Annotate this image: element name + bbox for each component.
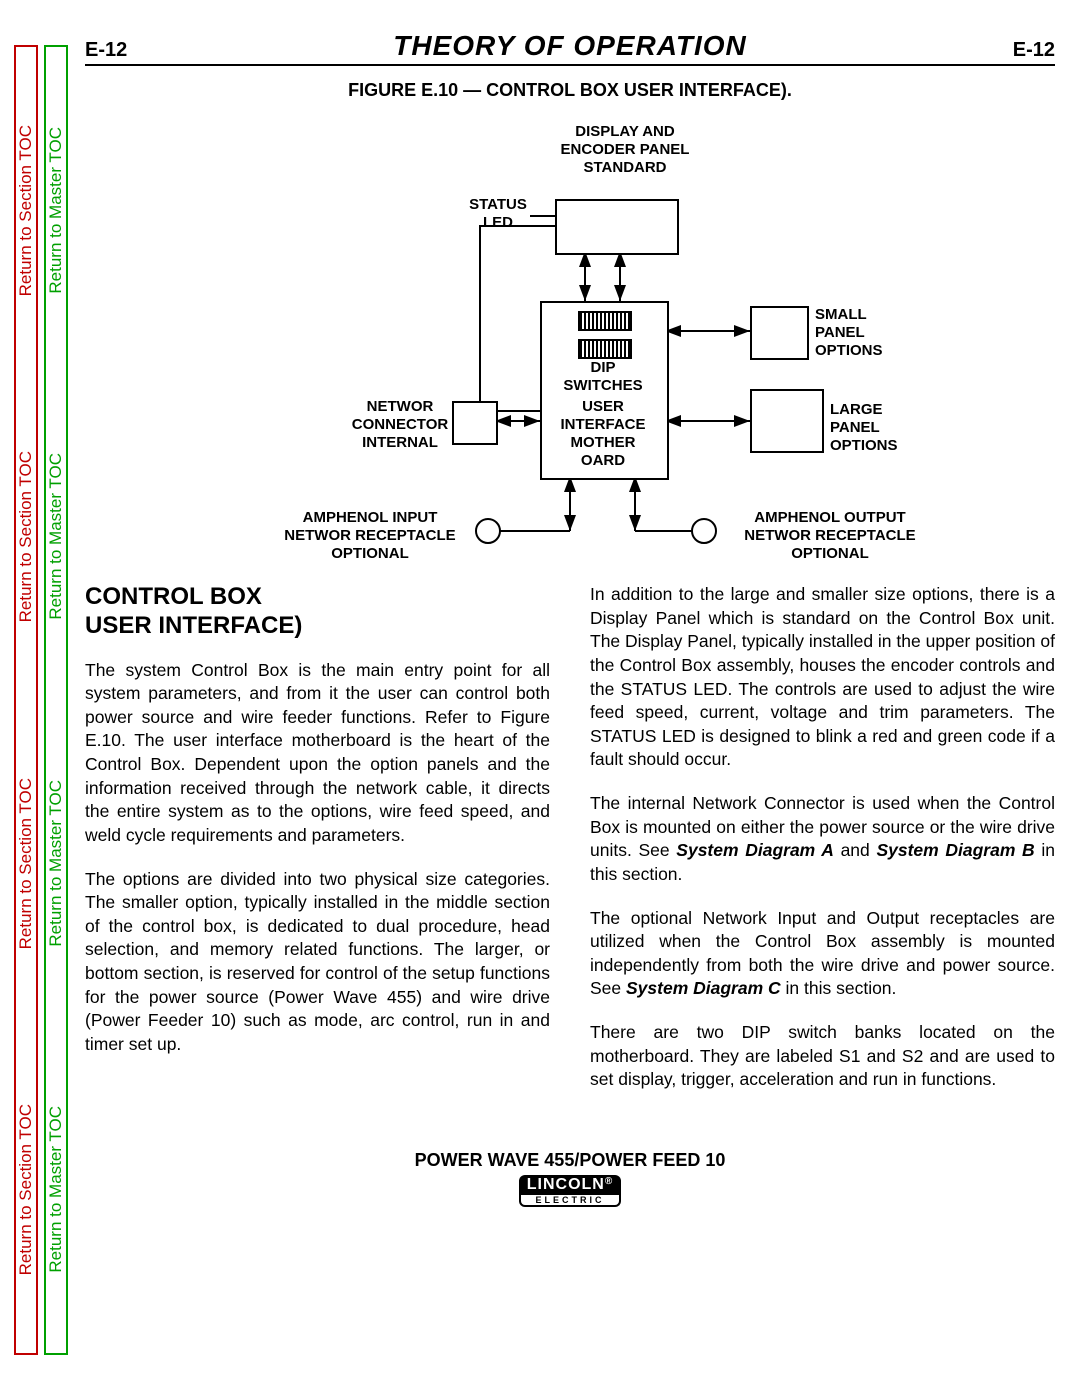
- label-network-connector: NETWOR CONNECTOR INTERNAL: [340, 398, 460, 452]
- emphasis: System Diagram C: [626, 978, 781, 998]
- text-run: and: [834, 840, 877, 860]
- box-display-panel: [555, 199, 679, 255]
- master-toc-link[interactable]: Return to Master TOC: [46, 1027, 66, 1354]
- box-small-panel: [750, 306, 809, 360]
- page-id-right: E-12: [1013, 39, 1055, 62]
- right-column: In addition to the large and smaller siz…: [590, 583, 1055, 1112]
- left-column: CONTROL BOX USER INTERFACE) The system C…: [85, 583, 550, 1112]
- master-toc-link[interactable]: Return to Master TOC: [46, 374, 66, 701]
- label-user-interface-mb: USER INTERFACE MOTHER OARD: [548, 398, 658, 470]
- text-run: in this section.: [781, 978, 897, 998]
- page-content: E-12 THEORY OF OPERATION E-12 FIGURE E.1…: [85, 30, 1055, 1208]
- emphasis: System Diagram A: [676, 840, 834, 860]
- paragraph: The optional Network Input and Output re…: [590, 907, 1055, 1002]
- section-toc-link[interactable]: Return to Section TOC: [16, 1027, 36, 1354]
- page-footer: POWER WAVE 455/POWER FEED 10 LINCOLN® EL…: [85, 1150, 1055, 1208]
- paragraph: The system Control Box is the main entry…: [85, 659, 550, 848]
- logo-text: LINCOLN: [527, 1176, 605, 1193]
- label-dip-switches: DIP SWITCHES: [548, 359, 658, 395]
- body-columns: CONTROL BOX USER INTERFACE) The system C…: [85, 583, 1055, 1112]
- product-model: POWER WAVE 455/POWER FEED 10: [85, 1150, 1055, 1171]
- registered-icon: ®: [605, 1176, 613, 1187]
- section-toc-column: Return to Section TOC Return to Section …: [14, 45, 38, 1355]
- side-nav-tabs: Return to Section TOC Return to Section …: [14, 45, 68, 1355]
- figure-diagram: DISPLAY AND ENCODER PANEL STANDARD STATU…: [190, 111, 950, 571]
- label-status-led: STATUS LED: [458, 196, 538, 232]
- paragraph: The internal Network Connector is used w…: [590, 792, 1055, 887]
- paragraph: There are two DIP switch banks located o…: [590, 1021, 1055, 1092]
- label-large-panel: LARGE PANEL OPTIONS: [830, 401, 930, 455]
- page-id-left: E-12: [85, 39, 127, 62]
- dip-switch-icon: [578, 339, 632, 359]
- page-title: THEORY OF OPERATION: [393, 30, 746, 62]
- section-heading: CONTROL BOX USER INTERFACE): [85, 583, 550, 641]
- lincoln-logo: LINCOLN® ELECTRIC: [519, 1175, 621, 1207]
- box-large-panel: [750, 389, 824, 453]
- paragraph: The options are divided into two physica…: [85, 868, 550, 1057]
- dip-switch-icon: [578, 311, 632, 331]
- paragraph: In addition to the large and smaller siz…: [590, 583, 1055, 772]
- page-header: E-12 THEORY OF OPERATION E-12: [85, 30, 1055, 66]
- label-small-panel: SMALL PANEL OPTIONS: [815, 306, 915, 360]
- emphasis: System Diagram B: [876, 840, 1034, 860]
- master-toc-link[interactable]: Return to Master TOC: [46, 700, 66, 1027]
- section-toc-link[interactable]: Return to Section TOC: [16, 700, 36, 1027]
- master-toc-link[interactable]: Return to Master TOC: [46, 47, 66, 374]
- label-amphenol-output: AMPHENOL OUTPUT NETWOR RECEPTACLE OPTION…: [720, 509, 940, 563]
- logo-subtext: ELECTRIC: [519, 1195, 621, 1207]
- label-amphenol-input: AMPHENOL INPUT NETWOR RECEPTACLE OPTIONA…: [260, 509, 480, 563]
- section-toc-link[interactable]: Return to Section TOC: [16, 47, 36, 374]
- figure-caption: FIGURE E.10 — CONTROL BOX USER INTERFACE…: [85, 80, 1055, 101]
- section-toc-link[interactable]: Return to Section TOC: [16, 374, 36, 701]
- label-display-panel: DISPLAY AND ENCODER PANEL STANDARD: [525, 123, 725, 177]
- master-toc-column: Return to Master TOC Return to Master TO…: [44, 45, 68, 1355]
